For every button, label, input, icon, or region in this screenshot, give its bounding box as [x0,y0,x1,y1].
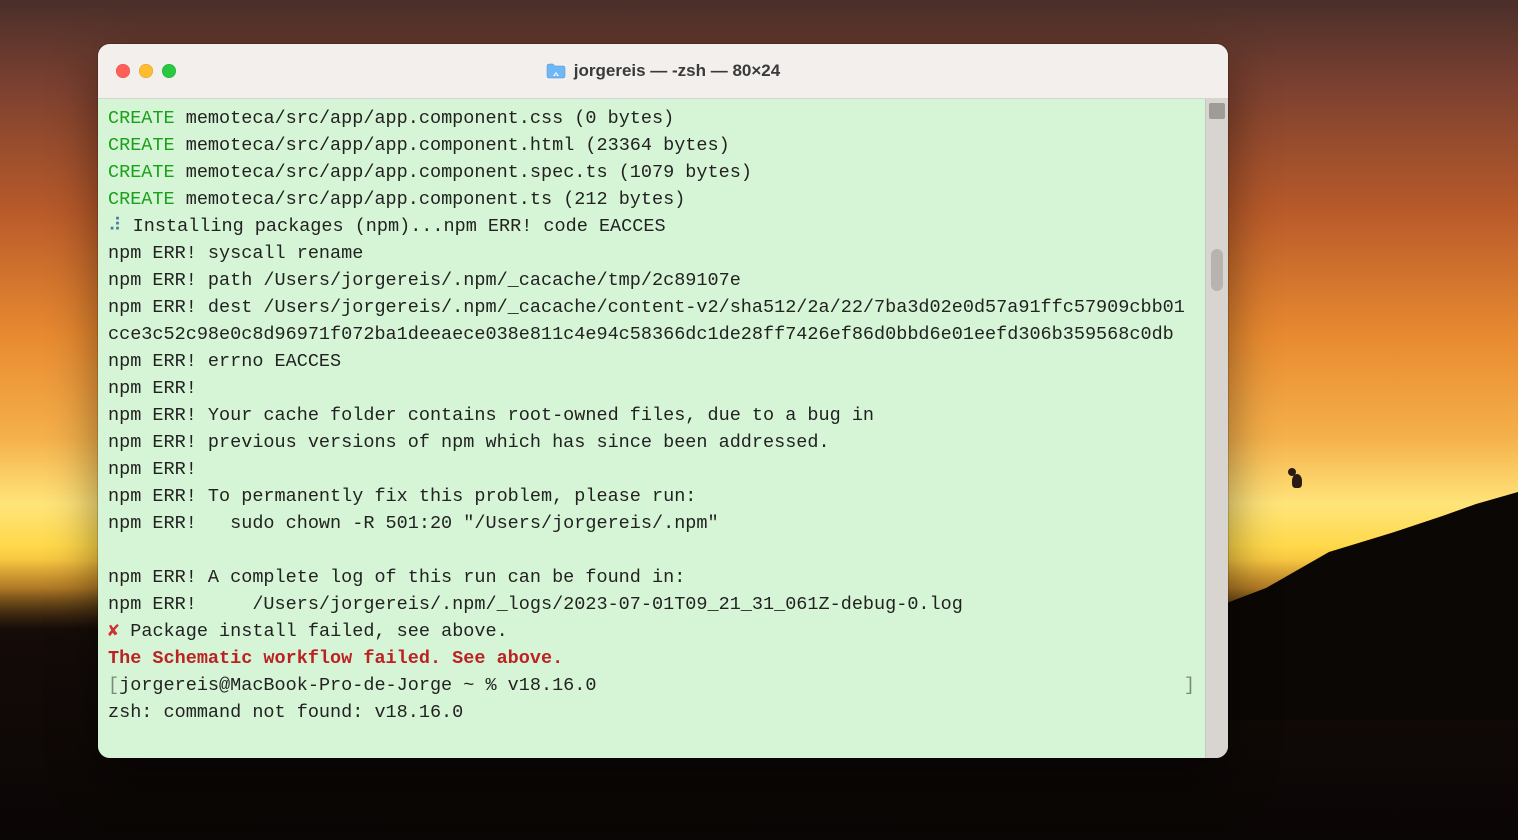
scrollbar-thumb[interactable] [1211,249,1223,291]
prompt-bracket-open: [ [108,675,119,696]
output-line: npm ERR! errno EACCES [108,351,341,372]
create-keyword: CREATE [108,108,175,129]
output-line: memoteca/src/app/app.component.css (0 by… [175,108,675,129]
fail-x-icon: ✘ [108,621,119,642]
error-line: The Schematic workflow failed. See above… [108,648,563,669]
output-line: npm ERR! path /Users/jorgereis/.npm/_cac… [108,270,741,291]
output-line: zsh: command not found: v18.16.0 [108,702,463,723]
desktop-background: jorgereis — -zsh — 80×24 CREATE memoteca… [0,0,1518,840]
output-line: npm ERR! /Users/jorgereis/.npm/_logs/202… [108,594,963,615]
scroll-marker-icon [1209,103,1225,119]
vertical-scrollbar[interactable] [1205,99,1228,758]
prompt-bracket-close: ] [1184,672,1195,699]
close-button[interactable] [116,64,130,78]
create-keyword: CREATE [108,162,175,183]
terminal-output[interactable]: CREATE memoteca/src/app/app.component.cs… [98,99,1205,758]
create-keyword: CREATE [108,189,175,210]
window-title: jorgereis — -zsh — 80×24 [98,61,1228,81]
output-line: npm ERR! A complete log of this run can … [108,567,685,588]
output-line: npm ERR! syscall rename [108,243,363,264]
zoom-button[interactable] [162,64,176,78]
output-line: memoteca/src/app/app.component.ts (212 b… [175,189,686,210]
create-keyword: CREATE [108,135,175,156]
output-line: npm ERR! Your cache folder contains root… [108,405,874,426]
shell-prompt: jorgereis@MacBook-Pro-de-Jorge ~ % v18.1… [119,675,596,696]
output-line: Installing packages (npm)...npm ERR! cod… [122,216,666,237]
home-folder-icon [546,63,566,79]
output-line: npm ERR! sudo chown -R 501:20 "/Users/jo… [108,513,719,534]
bird-silhouette [1288,466,1308,488]
minimize-button[interactable] [139,64,153,78]
spinner-icon: ⠼ [108,216,122,237]
output-line: npm ERR! dest /Users/jorgereis/.npm/_cac… [108,297,1185,345]
traffic-lights [116,64,176,78]
window-title-text: jorgereis — -zsh — 80×24 [574,61,780,81]
window-titlebar[interactable]: jorgereis — -zsh — 80×24 [98,44,1228,99]
output-line: npm ERR! [108,378,208,399]
output-line: memoteca/src/app/app.component.spec.ts (… [175,162,752,183]
terminal-window: jorgereis — -zsh — 80×24 CREATE memoteca… [98,44,1228,758]
output-line: npm ERR! previous versions of npm which … [108,432,830,453]
output-line: Package install failed, see above. [119,621,508,642]
output-line: npm ERR! [108,459,208,480]
output-line: npm ERR! To permanently fix this problem… [108,486,696,507]
output-line: memoteca/src/app/app.component.html (233… [175,135,730,156]
